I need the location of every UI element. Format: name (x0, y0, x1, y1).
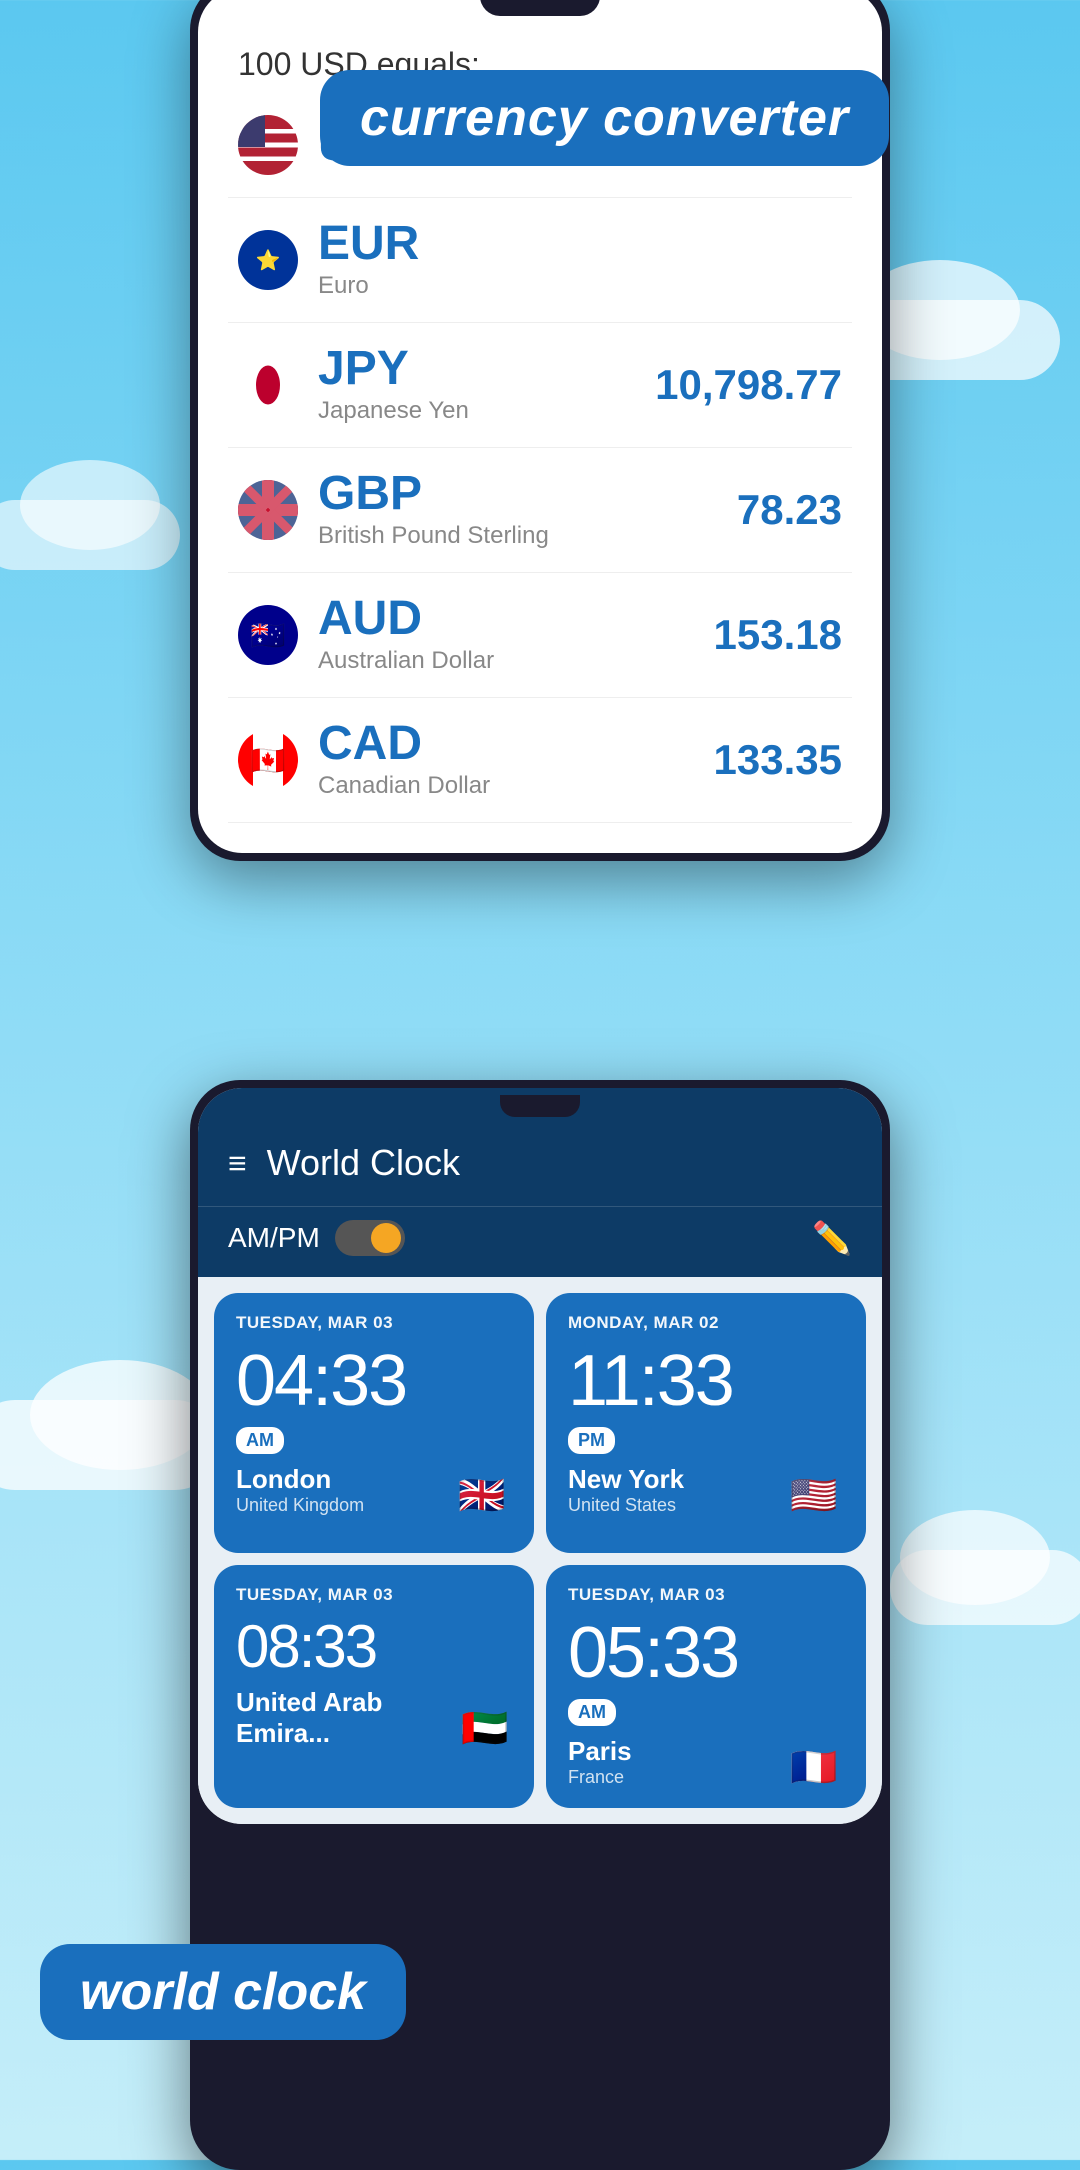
ampm-badge-newyork: PM (568, 1427, 615, 1454)
currency-item-eur: ⭐ EUR Euro (228, 198, 852, 323)
clock-city-paris: Paris (568, 1736, 632, 1767)
currency-name-jpy: Japanese Yen (318, 397, 655, 425)
currency-name-gbp: British Pound Sterling (318, 522, 737, 550)
flag-usd (238, 115, 298, 175)
flag-cad: 🇨🇦 (238, 730, 298, 790)
clock-date-paris: TUESDAY, MAR 03 (568, 1585, 844, 1605)
ampm-label: AM/PM (228, 1222, 320, 1254)
ampm-badge-london: AM (236, 1427, 284, 1454)
clock-time-uae: 08:33 (236, 1617, 512, 1677)
currency-code-gbp: GBP (318, 470, 737, 518)
clock-city-newyork: New York (568, 1464, 684, 1495)
currency-name-cad: Canadian Dollar (318, 772, 714, 800)
clock-time-newyork: 11:33 (568, 1345, 844, 1417)
clock-country-paris: France (568, 1767, 632, 1788)
currency-name-eur: Euro (318, 272, 842, 300)
currency-converter-label: currency converter (320, 70, 889, 166)
clock-country-newyork: United States (568, 1495, 684, 1516)
currency-list: USD 100 ⭐ EUR Euro JPY Japanese Yen (198, 93, 882, 823)
world-clock-header: ≡ World Clock (198, 1124, 882, 1206)
currency-value-cad: 133.35 (714, 736, 842, 784)
top-notch (480, 0, 600, 16)
currency-item-gbp: GBP British Pound Sterling 78.23 (228, 448, 852, 573)
clock-time-london: 04:33 (236, 1345, 512, 1417)
clock-time-paris: 05:33 (568, 1617, 844, 1689)
flag-aud: 🇦🇺 (238, 605, 298, 665)
currency-code-jpy: JPY (318, 345, 655, 393)
hamburger-icon[interactable]: ≡ (228, 1147, 247, 1179)
currency-item-jpy: JPY Japanese Yen 10,798.77 (228, 323, 852, 448)
clock-country-london: United Kingdom (236, 1495, 364, 1516)
bottom-notch (500, 1095, 580, 1117)
world-clock-subheader: AM/PM ✏️ (198, 1206, 882, 1277)
clock-card-london: TUESDAY, MAR 03 04:33 AM London United K… (214, 1293, 534, 1553)
bottom-notch-area (198, 1088, 882, 1124)
ampm-badge-paris: AM (568, 1699, 616, 1726)
clock-card-uae: TUESDAY, MAR 03 08:33 United Arab Emira.… (214, 1565, 534, 1808)
flag-newyork: 🇺🇸 (784, 1476, 844, 1516)
flag-uae: 🇦🇪 (458, 1709, 512, 1749)
currency-converter-phone: currency converter 100 USD equals: USD 1… (190, 0, 890, 861)
currency-item-aud: 🇦🇺 AUD Australian Dollar 153.18 (228, 573, 852, 698)
clock-city-uae: United Arab Emira... (236, 1687, 458, 1749)
currency-item-cad: 🇨🇦 CAD Canadian Dollar 133.35 (228, 698, 852, 823)
currency-name-aud: Australian Dollar (318, 647, 714, 675)
flag-gbp (238, 480, 298, 540)
flag-eur: ⭐ (238, 230, 298, 290)
world-clock-label: world clock (40, 1944, 406, 2040)
clock-city-london: London (236, 1464, 364, 1495)
clock-card-newyork: MONDAY, MAR 02 11:33 PM New York United … (546, 1293, 866, 1553)
currency-value-aud: 153.18 (714, 611, 842, 659)
flag-paris: 🇫🇷 (784, 1748, 844, 1788)
ampm-toggle[interactable] (335, 1220, 405, 1256)
flag-london: 🇬🇧 (452, 1476, 512, 1516)
currency-code-cad: CAD (318, 720, 714, 768)
clock-card-paris: TUESDAY, MAR 03 05:33 AM Paris France 🇫🇷 (546, 1565, 866, 1808)
currency-value-gbp: 78.23 (737, 486, 842, 534)
flag-jpy (238, 355, 298, 415)
clock-date-uae: TUESDAY, MAR 03 (236, 1585, 512, 1605)
currency-value-jpy: 10,798.77 (655, 361, 842, 409)
clock-date-london: TUESDAY, MAR 03 (236, 1313, 512, 1333)
currency-code-eur: EUR (318, 220, 842, 268)
currency-code-aud: AUD (318, 595, 714, 643)
world-clock-title: World Clock (267, 1142, 460, 1184)
clock-grid: TUESDAY, MAR 03 04:33 AM London United K… (198, 1277, 882, 1824)
clock-date-newyork: MONDAY, MAR 02 (568, 1313, 844, 1333)
edit-icon[interactable]: ✏️ (812, 1219, 852, 1257)
